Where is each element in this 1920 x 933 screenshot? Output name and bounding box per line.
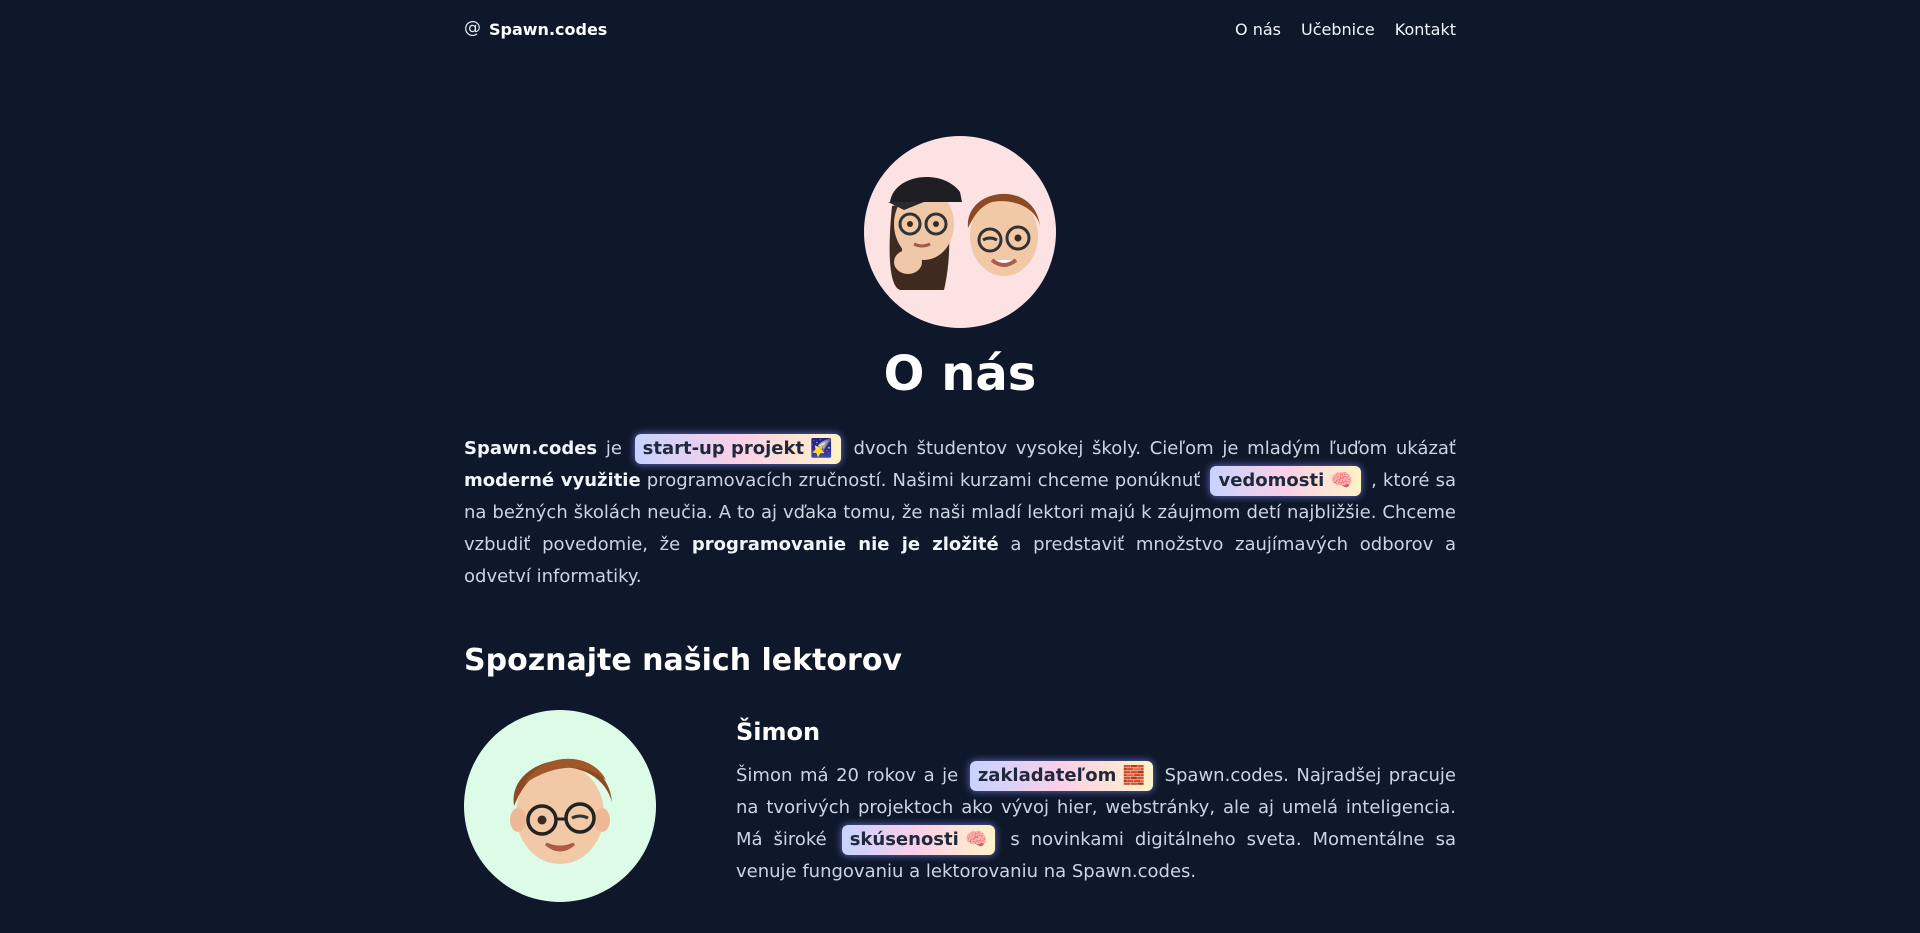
- lecturers-section-title: Spoznajte našich lektorov: [464, 642, 902, 678]
- founders-avatar: [864, 136, 1056, 328]
- intro-paragraph: Spawn.codes je start-up projekt 🌠 dvoch …: [464, 433, 1456, 593]
- at-sign-icon: @: [464, 18, 481, 38]
- nav-link-kontakt[interactable]: Kontakt: [1395, 20, 1456, 39]
- badge-start-up-projekt: start-up projekt 🌠: [634, 433, 841, 464]
- main-nav: O nás Učebnice Kontakt: [1235, 20, 1456, 39]
- intro-text-3: programovacích zručností. Našimi kurzami…: [640, 469, 1207, 491]
- badge-skusenosti: skúsenosti 🧠: [841, 824, 996, 855]
- nav-link-o-nas[interactable]: O nás: [1235, 20, 1281, 39]
- nav-link-ucebnice[interactable]: Učebnice: [1301, 20, 1375, 39]
- simon-bio: Šimon má 20 rokov a je zakladateľom 🧱 Sp…: [736, 760, 1456, 888]
- brand-link[interactable]: @ Spawn.codes: [464, 18, 608, 39]
- site-header: @ Spawn.codes O nás Učebnice Kontakt: [464, 0, 1456, 58]
- intro-bold-moderne-vyuzitie: moderné využitie: [464, 469, 641, 491]
- intro-bold-programovanie: programovanie nie je zložité: [691, 533, 999, 555]
- memoji-girl-image: [888, 177, 962, 290]
- intro-text-1: je: [597, 437, 631, 459]
- lecturer-name-simon: Šimon: [736, 717, 821, 746]
- simon-avatar: [464, 709, 656, 902]
- brand-name: Spawn.codes: [489, 19, 608, 39]
- memoji-simon-image: [510, 758, 612, 864]
- badge-zakladatelom: zakladateľom 🧱: [969, 760, 1154, 791]
- lecturer-card-simon: Šimon Šimon má 20 rokov a je zakladateľo…: [464, 709, 1456, 906]
- simon-info: Šimon Šimon má 20 rokov a je zakladateľo…: [736, 710, 1456, 906]
- memoji-boy-image: [967, 193, 1040, 276]
- intro-brand-bold: Spawn.codes: [464, 437, 598, 459]
- simon-bio-text-1: Šimon má 20 rokov a je: [736, 764, 966, 786]
- intro-text-2: dvoch študentov vysokej školy. Cieľom je…: [844, 437, 1456, 459]
- badge-vedomosti: vedomosti 🧠: [1210, 465, 1361, 496]
- page-title: O nás: [883, 346, 1037, 402]
